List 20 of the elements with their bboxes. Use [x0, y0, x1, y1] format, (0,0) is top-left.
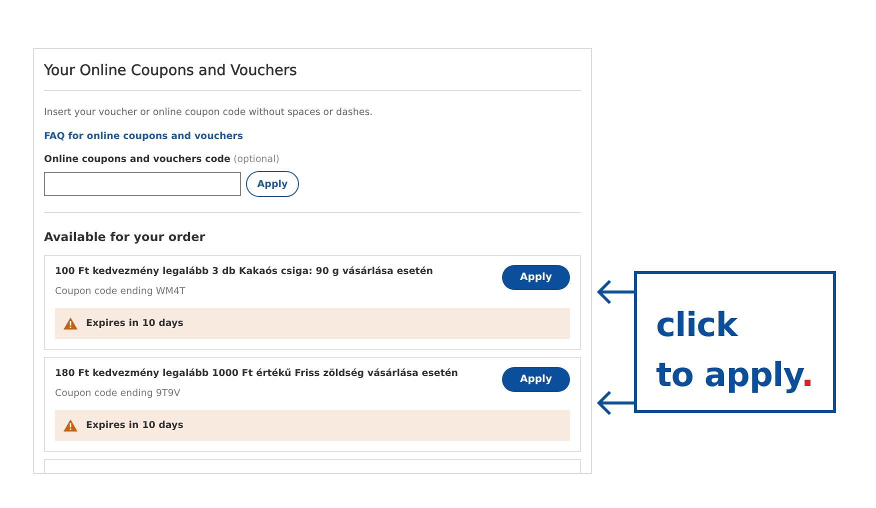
optional-hint: (optional): [234, 154, 280, 165]
callout-text: click: [656, 304, 738, 346]
instruction-text: Insert your voucher or online coupon code without spaces or dashes.: [44, 107, 374, 118]
expiry-text: Expires in 10 days: [86, 420, 184, 431]
coupon-title: 100 Ft kedvezmény legalább 3 db Kakaós csiga: 90 g vásárlása esetén: [55, 266, 434, 277]
code-input-field[interactable]: [44, 172, 241, 196]
apply-button[interactable]: Apply: [502, 265, 570, 290]
callout-text: to apply.: [656, 354, 814, 396]
apply-button[interactable]: Apply: [502, 367, 570, 392]
section-heading: Available for your order: [44, 230, 206, 244]
panel-title: Your Online Coupons and Vouchers: [44, 62, 298, 81]
field-label: Online coupons and vouchers code: [44, 154, 230, 165]
warning-icon: [63, 317, 78, 330]
warning-icon: [63, 419, 78, 432]
apply-button[interactable]: Apply: [246, 171, 299, 197]
coupon-title: 180 Ft kedvezmény legalább 1000 Ft értékű Friss zöldség vásárlása esetén: [55, 368, 458, 379]
expiry-text: Expires in 10 days: [86, 318, 184, 329]
faq-link[interactable]: FAQ for online coupons and vouchers: [44, 131, 244, 142]
coupon-code: Coupon code ending 9T9V: [55, 388, 182, 399]
coupon-code: Coupon code ending WM4T: [55, 286, 186, 297]
